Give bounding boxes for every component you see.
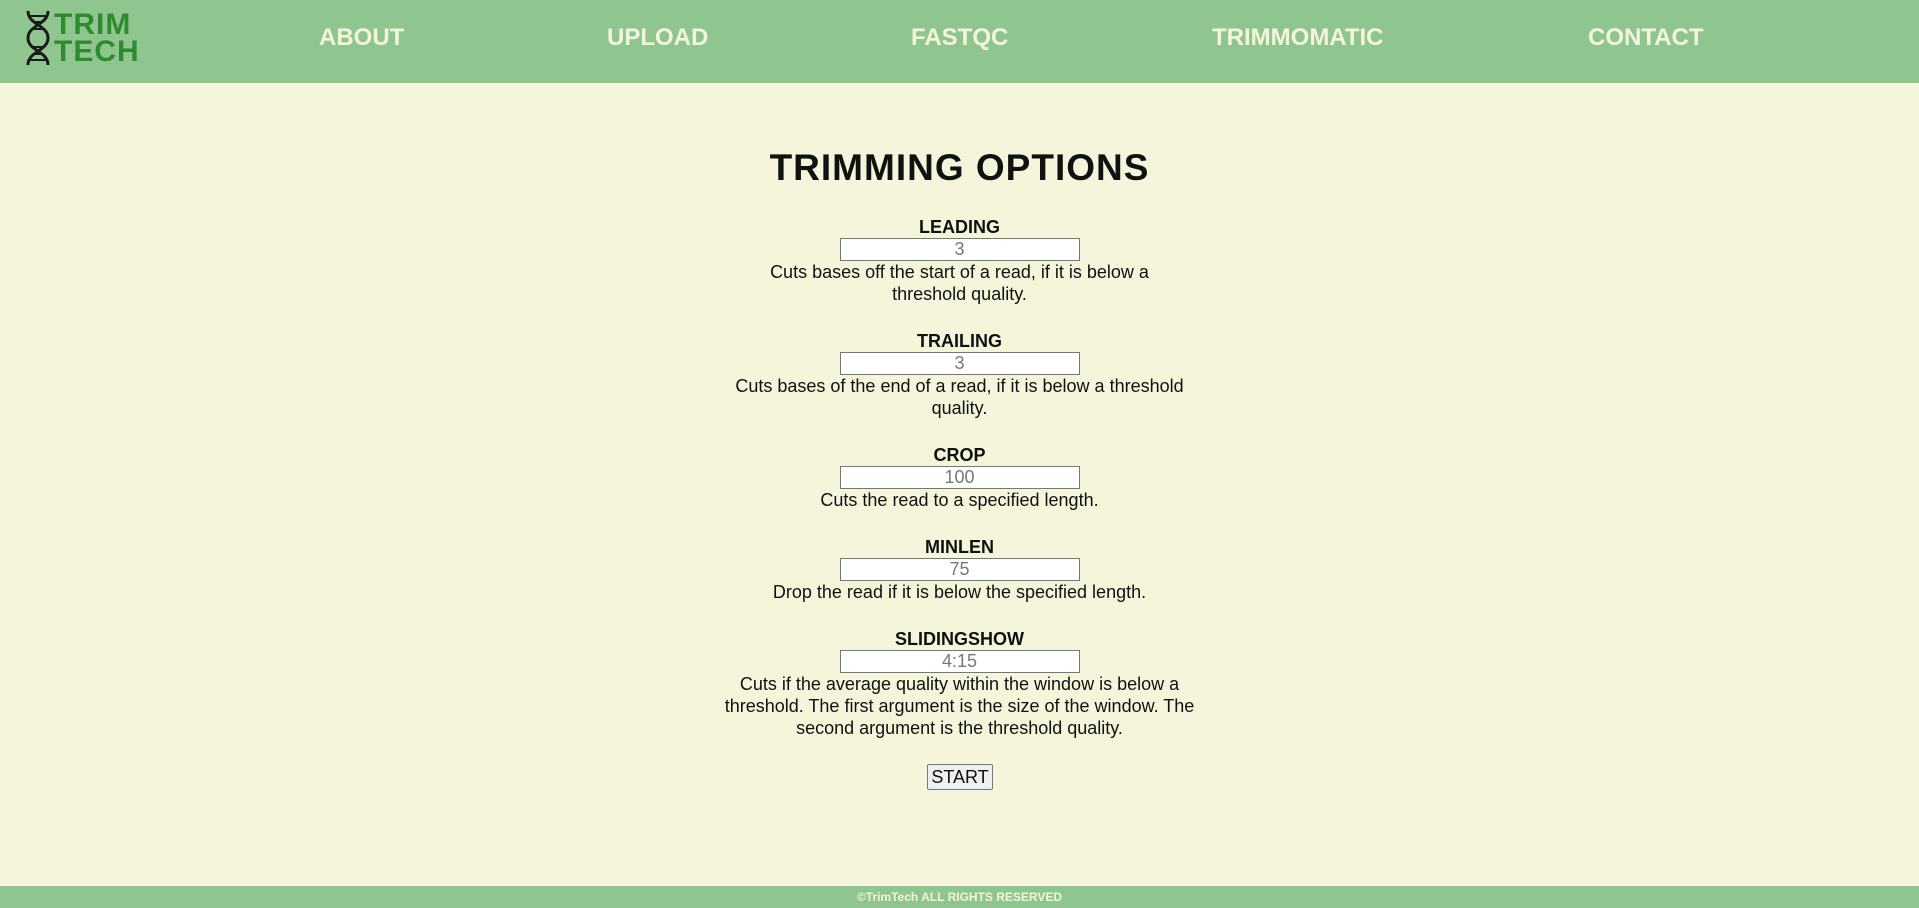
option-slidingshow: SLIDINGSHOW Cuts if the average quality … <box>0 628 1919 739</box>
option-label: SLIDINGSHOW <box>895 629 1024 649</box>
option-description: Cuts bases off the start of a read, if i… <box>770 262 1149 304</box>
copyright-text: ©TrimTech ALL RIGHTS RESERVED <box>856 890 1063 904</box>
option-leading: LEADING Cuts bases off the start of a re… <box>0 216 1919 305</box>
trailing-input[interactable] <box>839 352 1080 375</box>
option-label: LEADING <box>919 217 1000 237</box>
navbar: TRIM TECH ABOUT UPLOAD FASTQC TRIMMOMATI… <box>0 0 1919 83</box>
option-trailing: TRAILING Cuts bases of the end of a read… <box>0 330 1919 419</box>
logo[interactable]: TRIM TECH <box>24 9 140 67</box>
option-label: CROP <box>933 445 986 465</box>
option-description: Drop the read if it is below the specifi… <box>772 582 1147 602</box>
logo-line-tech: TECH <box>54 35 140 68</box>
nav-contact[interactable]: CONTACT <box>1588 24 1704 52</box>
option-label: TRAILING <box>917 331 1002 351</box>
footer: ©TrimTech ALL RIGHTS RESERVED <box>0 886 1919 908</box>
page-title: TRIMMING OPTIONS <box>769 147 1150 188</box>
option-minlen: MINLEN Drop the read if it is below the … <box>0 536 1919 603</box>
option-label: MINLEN <box>925 537 994 557</box>
nav-upload[interactable]: UPLOAD <box>607 24 708 52</box>
nav-trimmomatic[interactable]: TRIMMOMATIC <box>1212 24 1384 52</box>
crop-input[interactable] <box>839 466 1080 489</box>
slidingshow-input[interactable] <box>839 650 1080 673</box>
option-crop: CROP Cuts the read to a specified length… <box>0 444 1919 511</box>
option-description: Cuts if the average quality within the w… <box>724 674 1195 738</box>
start-button[interactable]: START <box>927 764 993 790</box>
option-description: Cuts bases of the end of a read, if it i… <box>735 376 1184 418</box>
leading-input[interactable] <box>839 238 1080 261</box>
dna-helix-icon <box>24 9 52 67</box>
nav-about[interactable]: ABOUT <box>319 24 404 52</box>
minlen-input[interactable] <box>839 558 1080 581</box>
nav-fastqc[interactable]: FASTQC <box>911 24 1008 52</box>
option-description: Cuts the read to a specified length. <box>820 490 1099 510</box>
logo-text: TRIM TECH <box>54 8 140 68</box>
logo-line-trim: TRIM <box>54 8 132 41</box>
